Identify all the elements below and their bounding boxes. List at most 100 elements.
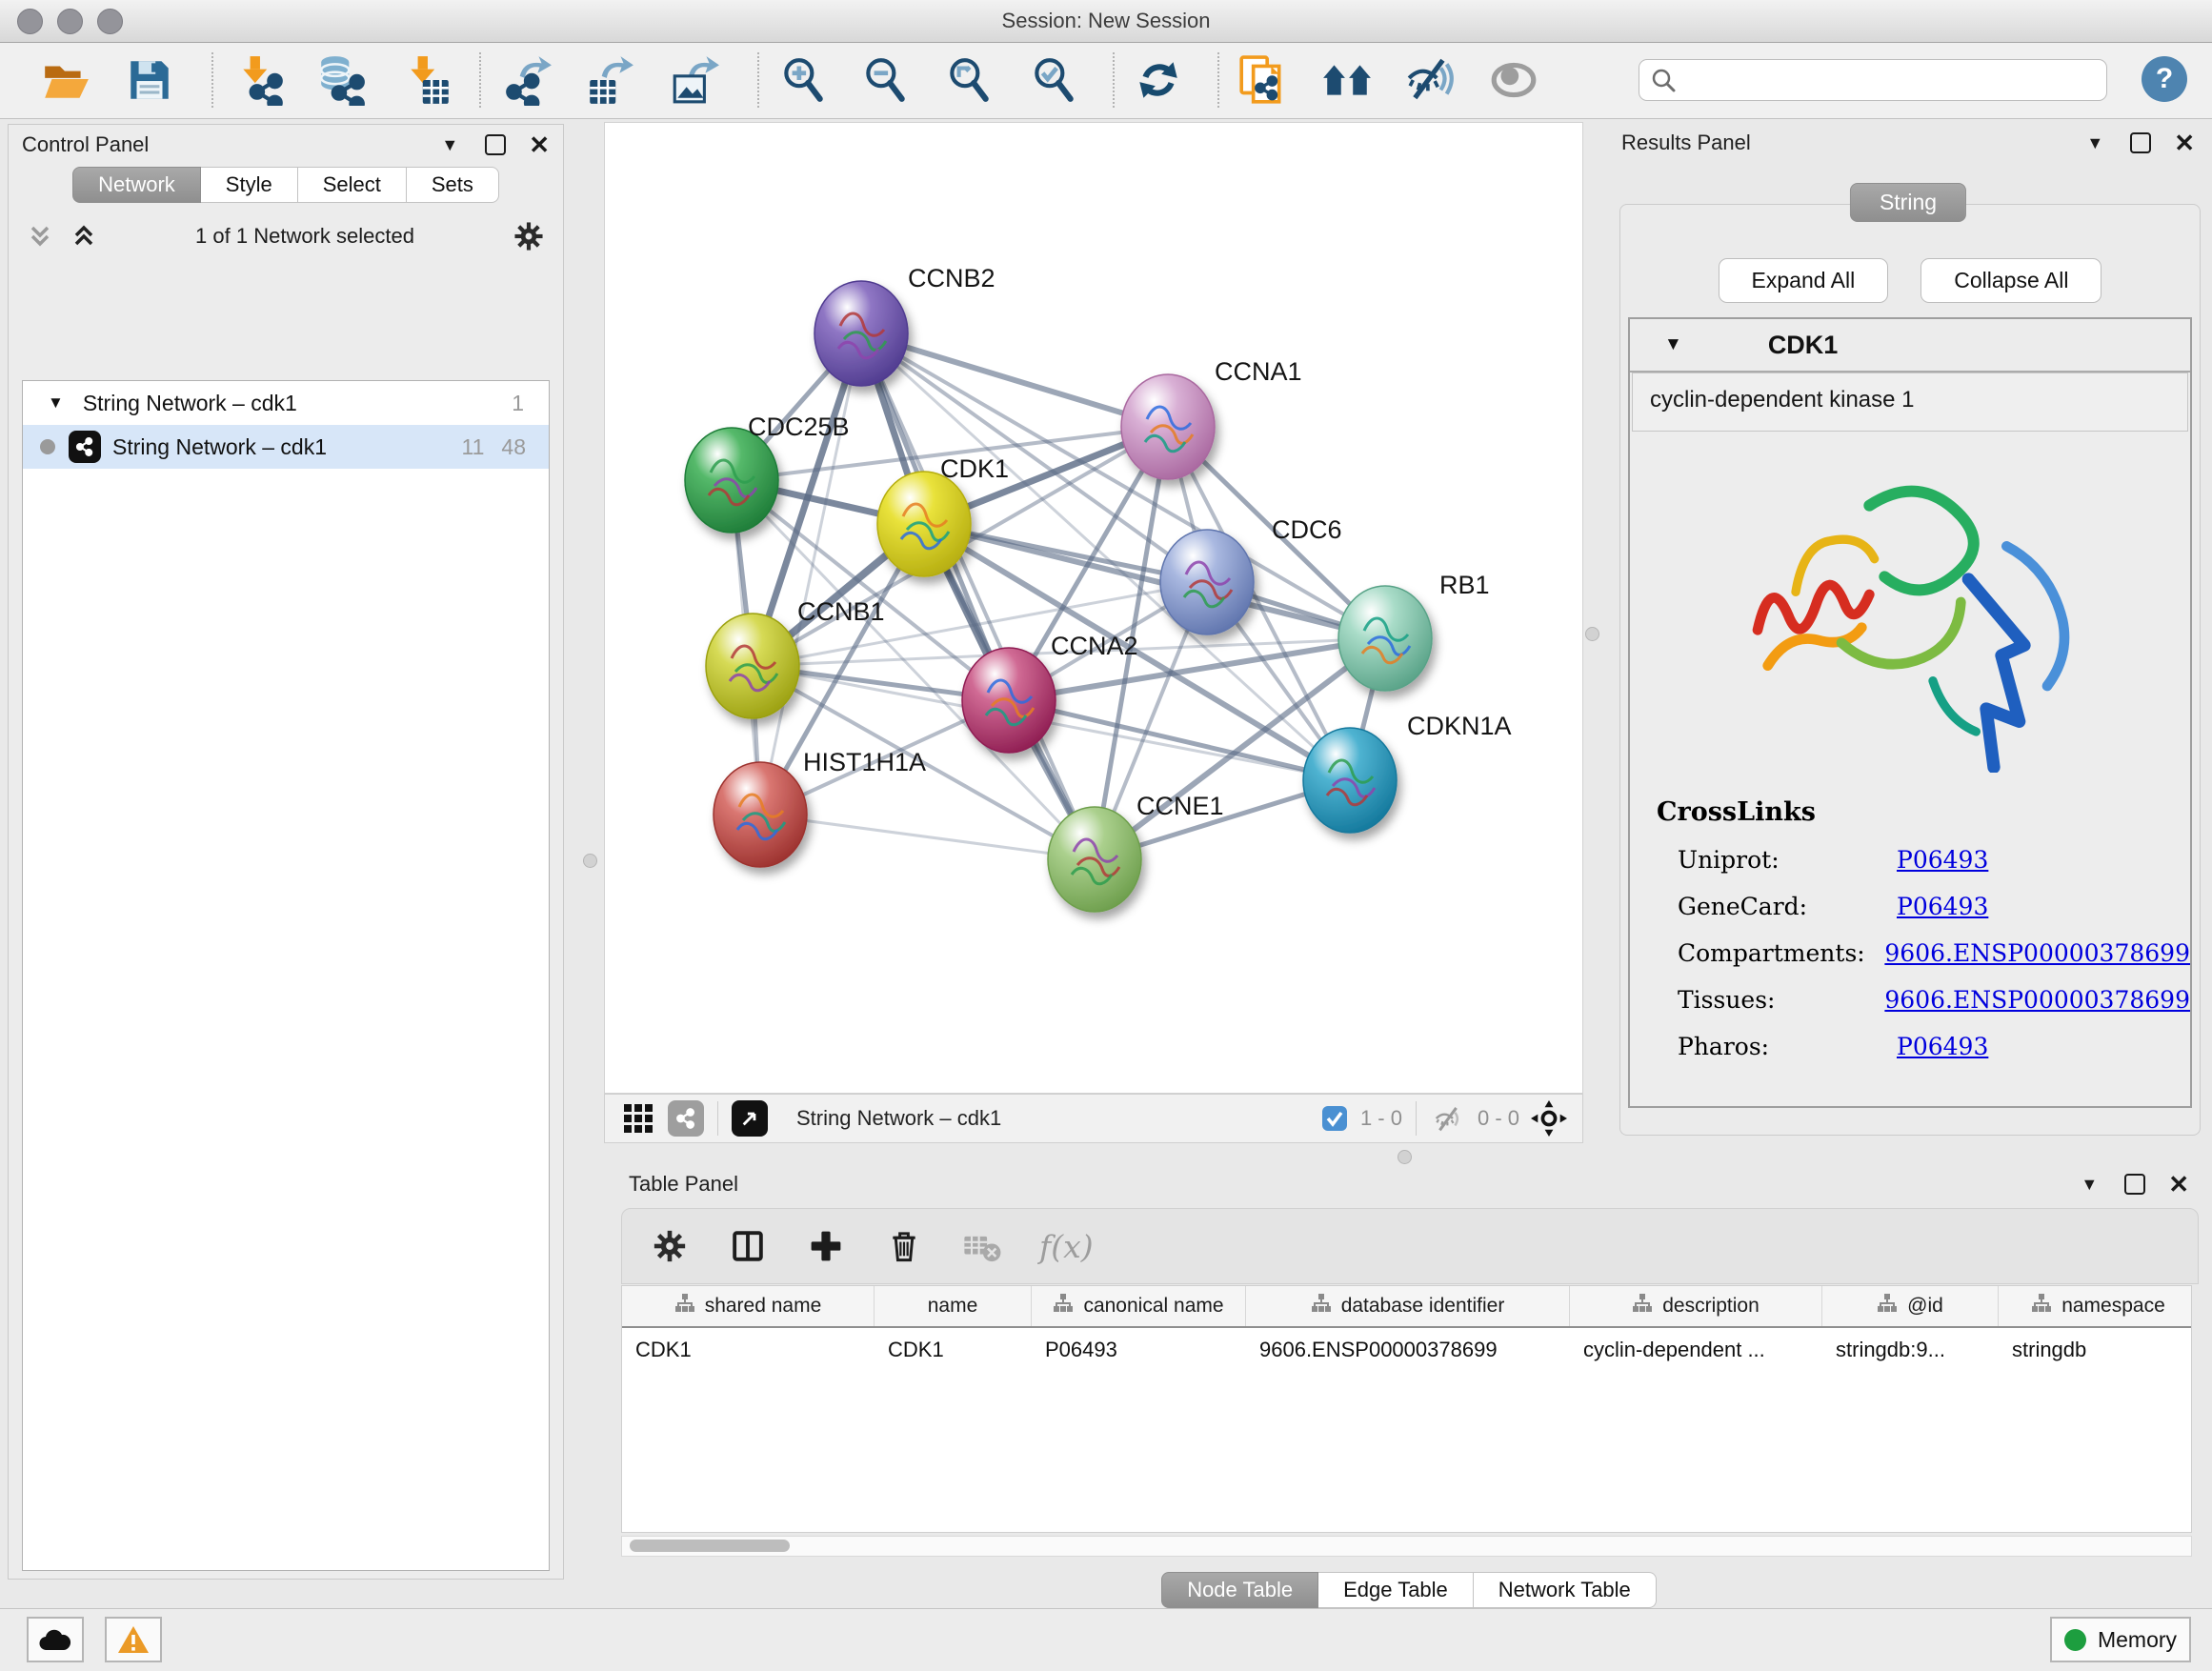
crosslink-link[interactable]: 9606.ENSP00000378699 bbox=[1884, 986, 2190, 1014]
network-node-cdkn1a[interactable]: CDKN1A bbox=[1303, 712, 1512, 833]
show-columns-icon[interactable] bbox=[727, 1225, 769, 1267]
fit-content-crosshair-icon[interactable] bbox=[1531, 1100, 1567, 1137]
horizontal-splitter-handle[interactable] bbox=[1398, 1150, 1412, 1164]
cloud-status-button[interactable] bbox=[27, 1617, 84, 1662]
control-panel-float-button[interactable] bbox=[485, 134, 506, 155]
export-network-button[interactable] bbox=[502, 54, 553, 106]
tab-string[interactable]: String bbox=[1850, 183, 1966, 222]
table-options-gear-icon[interactable] bbox=[649, 1225, 691, 1267]
selected-checkbox-icon[interactable] bbox=[1320, 1100, 1349, 1137]
results-panel-float-button[interactable] bbox=[2130, 132, 2151, 153]
crosslink-link[interactable]: 9606.ENSP00000378699 bbox=[1884, 939, 2190, 967]
network-node-rb1[interactable]: RB1 bbox=[1338, 571, 1490, 691]
table-cell[interactable]: P06493 bbox=[1032, 1338, 1246, 1362]
left-splitter-handle[interactable] bbox=[583, 854, 597, 868]
memory-button[interactable]: Memory bbox=[2050, 1617, 2191, 1662]
open-file-button[interactable] bbox=[40, 54, 91, 106]
zoom-selected-button[interactable] bbox=[1028, 54, 1079, 106]
column-header-shared-name[interactable]: shared name bbox=[622, 1286, 875, 1326]
column-header--id[interactable]: @id bbox=[1822, 1286, 1999, 1326]
crosslink-link[interactable]: P06493 bbox=[1897, 846, 1988, 874]
expand-all-icon[interactable] bbox=[70, 222, 98, 251]
help-button[interactable]: ? bbox=[2142, 56, 2187, 102]
column-header-canonical-name[interactable]: canonical name bbox=[1032, 1286, 1246, 1326]
save-session-button[interactable] bbox=[124, 54, 175, 106]
node-entry-header[interactable]: ▼ CDK1 bbox=[1630, 319, 2190, 372]
export-image-button[interactable] bbox=[669, 54, 720, 106]
table-horizontal-scrollbar[interactable] bbox=[621, 1536, 2192, 1557]
network-node-hist1h1a[interactable]: HIST1H1A bbox=[714, 748, 926, 867]
zoom-fit-button[interactable] bbox=[943, 54, 995, 106]
hidden-eye-icon[interactable] bbox=[1430, 1100, 1466, 1137]
tab-network-table[interactable]: Network Table bbox=[1474, 1572, 1657, 1608]
tab-network[interactable]: Network bbox=[72, 167, 201, 203]
collection-expander-icon[interactable]: ▼ bbox=[48, 393, 64, 413]
node-attribute-table[interactable]: shared namenamecanonical namedatabase id… bbox=[621, 1285, 2192, 1533]
results-panel-close-button[interactable]: ✕ bbox=[2174, 129, 2195, 158]
network-row[interactable]: String Network – cdk1 11 48 bbox=[23, 425, 549, 469]
apply-function-fx-button[interactable]: f(x) bbox=[1039, 1228, 1094, 1265]
first-neighbors-button[interactable] bbox=[1321, 54, 1373, 106]
birds-eye-view-icon[interactable] bbox=[620, 1100, 656, 1137]
table-cell[interactable]: CDK1 bbox=[622, 1338, 875, 1362]
tab-edge-table[interactable]: Edge Table bbox=[1318, 1572, 1474, 1608]
collapse-all-icon[interactable] bbox=[26, 222, 54, 251]
create-column-plus-icon[interactable] bbox=[805, 1225, 847, 1267]
right-splitter-handle[interactable] bbox=[1585, 627, 1599, 641]
table-panel-float-button[interactable] bbox=[2124, 1174, 2145, 1195]
delete-table-icon[interactable] bbox=[961, 1225, 1003, 1267]
network-collection-row[interactable]: ▼ String Network – cdk1 1 bbox=[23, 381, 549, 425]
scrollbar-thumb[interactable] bbox=[630, 1540, 790, 1552]
network-edge[interactable] bbox=[760, 815, 1095, 859]
delete-column-trash-icon[interactable] bbox=[883, 1225, 925, 1267]
table-cell[interactable]: cyclin-dependent ... bbox=[1570, 1338, 1822, 1362]
apply-style-refresh-button[interactable] bbox=[1133, 54, 1184, 106]
tab-select[interactable]: Select bbox=[298, 167, 407, 203]
network-search-box[interactable] bbox=[1639, 59, 2107, 101]
tab-node-table[interactable]: Node Table bbox=[1161, 1572, 1318, 1608]
open-in-window-icon[interactable] bbox=[732, 1100, 768, 1137]
network-edge[interactable] bbox=[760, 333, 861, 815]
tab-sets[interactable]: Sets bbox=[407, 167, 499, 203]
network-edge[interactable] bbox=[861, 333, 1168, 427]
window-minimize-button[interactable] bbox=[57, 9, 83, 34]
results-panel-menu-button[interactable]: ▼ bbox=[2086, 133, 2103, 153]
string-network-graph[interactable]: CCNB2CCNA1CDC25BCDK1CDC6RB1CCNB1CCNA2CDK… bbox=[605, 123, 1584, 1095]
node-details-scroll-area[interactable]: ▼ CDK1 cyclin-dependent kinase 1 bbox=[1628, 317, 2192, 1108]
column-header-namespace[interactable]: namespace bbox=[1999, 1286, 2192, 1326]
network-canvas[interactable]: CCNB2CCNA1CDC25BCDK1CDC6RB1CCNB1CCNA2CDK… bbox=[604, 122, 1583, 1094]
crosslink-link[interactable]: P06493 bbox=[1897, 893, 1988, 920]
show-all-button[interactable] bbox=[1488, 54, 1539, 106]
table-cell[interactable]: CDK1 bbox=[875, 1338, 1032, 1362]
zoom-in-button[interactable] bbox=[777, 54, 829, 106]
clone-network-button[interactable] bbox=[1237, 54, 1288, 106]
table-cell[interactable]: 9606.ENSP00000378699 bbox=[1246, 1338, 1570, 1362]
network-node-cdc25b[interactable]: CDC25B bbox=[685, 413, 850, 533]
control-panel-menu-button[interactable]: ▼ bbox=[441, 135, 458, 155]
expand-all-button[interactable]: Expand All bbox=[1719, 258, 1889, 303]
network-node-ccna1[interactable]: CCNA1 bbox=[1121, 357, 1302, 479]
column-header-name[interactable]: name bbox=[875, 1286, 1032, 1326]
entry-expander-icon[interactable]: ▼ bbox=[1664, 334, 1682, 355]
hide-selected-button[interactable] bbox=[1405, 54, 1457, 106]
network-node-cdk1[interactable]: CDK1 bbox=[877, 454, 1009, 576]
import-table-file-button[interactable] bbox=[403, 54, 454, 106]
table-panel-close-button[interactable]: ✕ bbox=[2168, 1170, 2189, 1199]
table-cell[interactable]: stringdb bbox=[1999, 1338, 2192, 1362]
network-node-ccnb1[interactable]: CCNB1 bbox=[706, 597, 885, 718]
window-zoom-button[interactable] bbox=[97, 9, 123, 34]
search-input[interactable] bbox=[1683, 68, 2106, 92]
column-header-database-identifier[interactable]: database identifier bbox=[1246, 1286, 1570, 1326]
table-cell[interactable]: stringdb:9... bbox=[1822, 1338, 1999, 1362]
collapse-all-button[interactable]: Collapse All bbox=[1920, 258, 2101, 303]
table-panel-menu-button[interactable]: ▼ bbox=[2081, 1175, 2098, 1195]
import-network-database-button[interactable] bbox=[315, 54, 367, 106]
column-header-description[interactable]: description bbox=[1570, 1286, 1822, 1326]
export-table-button[interactable] bbox=[584, 54, 635, 106]
zoom-out-button[interactable] bbox=[859, 54, 911, 106]
network-edge[interactable] bbox=[861, 333, 1095, 859]
crosslink-link[interactable]: P06493 bbox=[1897, 1033, 1988, 1060]
warnings-button[interactable] bbox=[105, 1617, 162, 1662]
import-network-file-button[interactable] bbox=[235, 54, 287, 106]
table-row[interactable]: CDK1CDK1P064939606.ENSP00000378699cyclin… bbox=[622, 1328, 2191, 1372]
